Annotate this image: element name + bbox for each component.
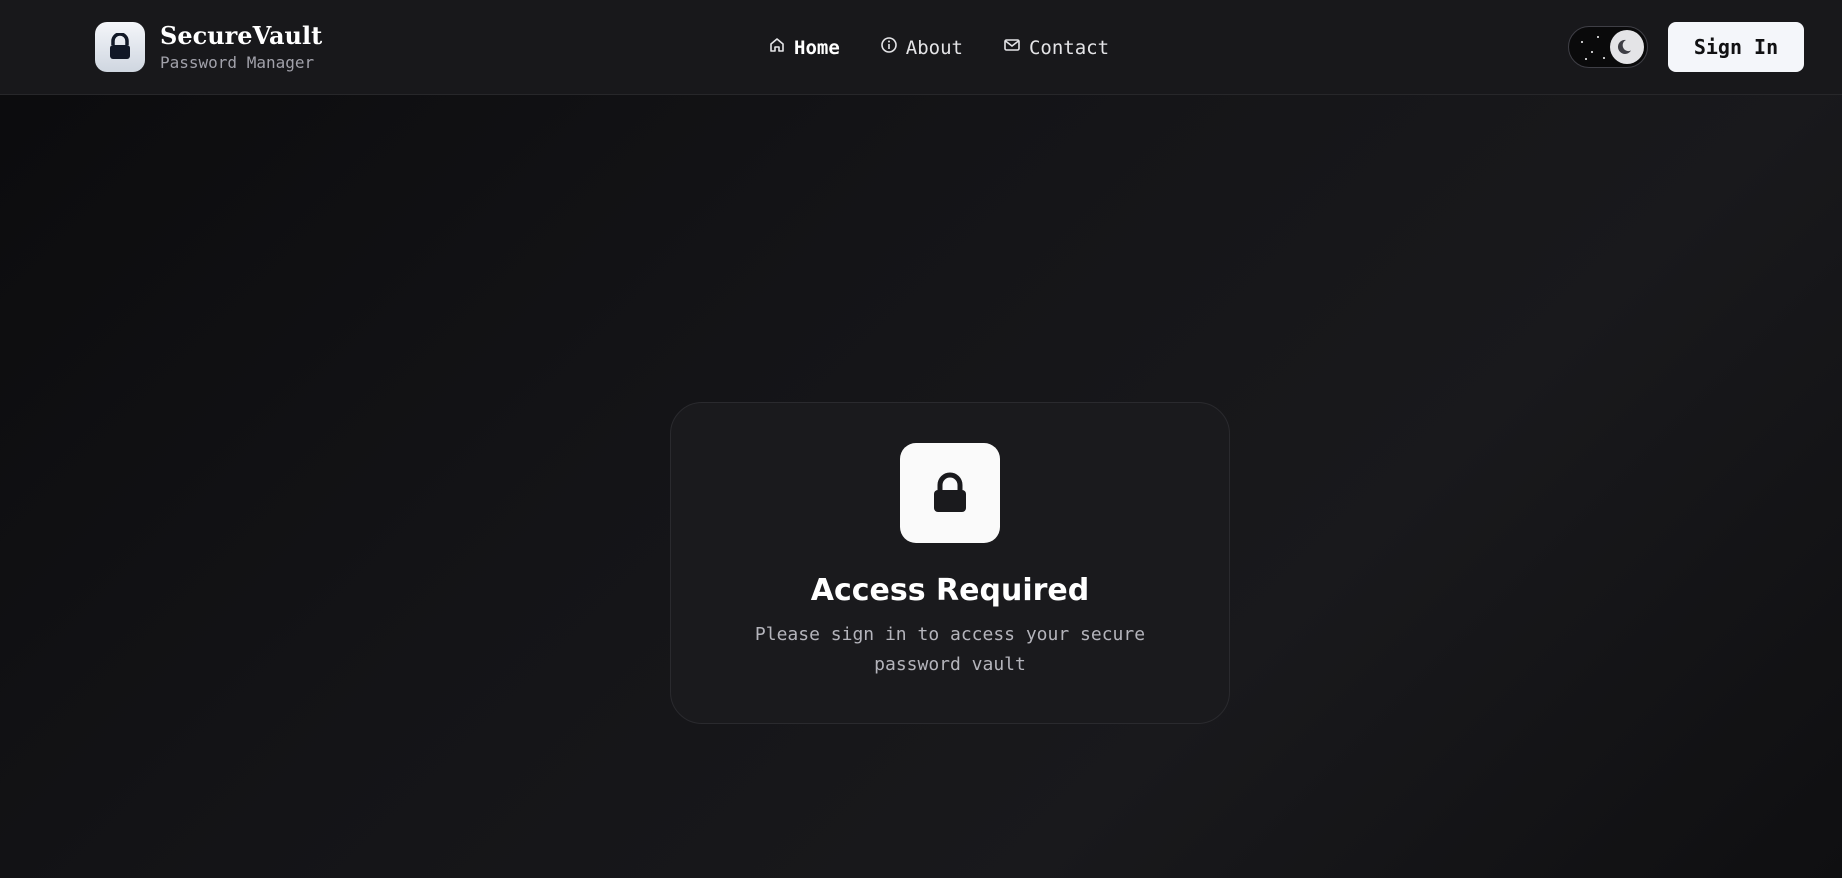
- nav-about-label: About: [905, 36, 963, 59]
- nav-contact-label: Contact: [1028, 36, 1110, 59]
- star-dot: [1581, 41, 1583, 43]
- lock-icon: [900, 443, 1000, 543]
- brand-title: SecureVault: [160, 20, 323, 50]
- brand-subtitle: Password Manager: [160, 52, 315, 72]
- main-nav: Home About Contact: [768, 36, 1149, 59]
- mail-icon: [1003, 36, 1029, 59]
- star-dot: [1585, 58, 1587, 60]
- moon-icon: [1610, 30, 1644, 64]
- nav-item-contact[interactable]: Contact: [1003, 36, 1109, 59]
- star-dot: [1603, 57, 1605, 59]
- nav-home-label: Home: [794, 36, 840, 59]
- sign-in-button[interactable]: Sign In: [1668, 22, 1804, 72]
- top-navbar: SecureVault Password Manager Home About: [0, 0, 1842, 95]
- star-dot: [1597, 36, 1599, 38]
- access-required-card: Access Required Please sign in to access…: [670, 402, 1230, 724]
- nav-item-about[interactable]: About: [880, 36, 963, 59]
- lock-icon: [95, 22, 145, 72]
- info-icon: [880, 36, 906, 59]
- home-icon: [768, 36, 794, 59]
- brand[interactable]: SecureVault Password Manager: [95, 22, 322, 72]
- star-dot: [1591, 51, 1593, 53]
- card-title: Access Required: [810, 573, 1090, 608]
- theme-toggle[interactable]: [1568, 26, 1648, 68]
- nav-item-home[interactable]: Home: [768, 36, 840, 59]
- card-description: Please sign in to access your secure pas…: [754, 624, 1146, 675]
